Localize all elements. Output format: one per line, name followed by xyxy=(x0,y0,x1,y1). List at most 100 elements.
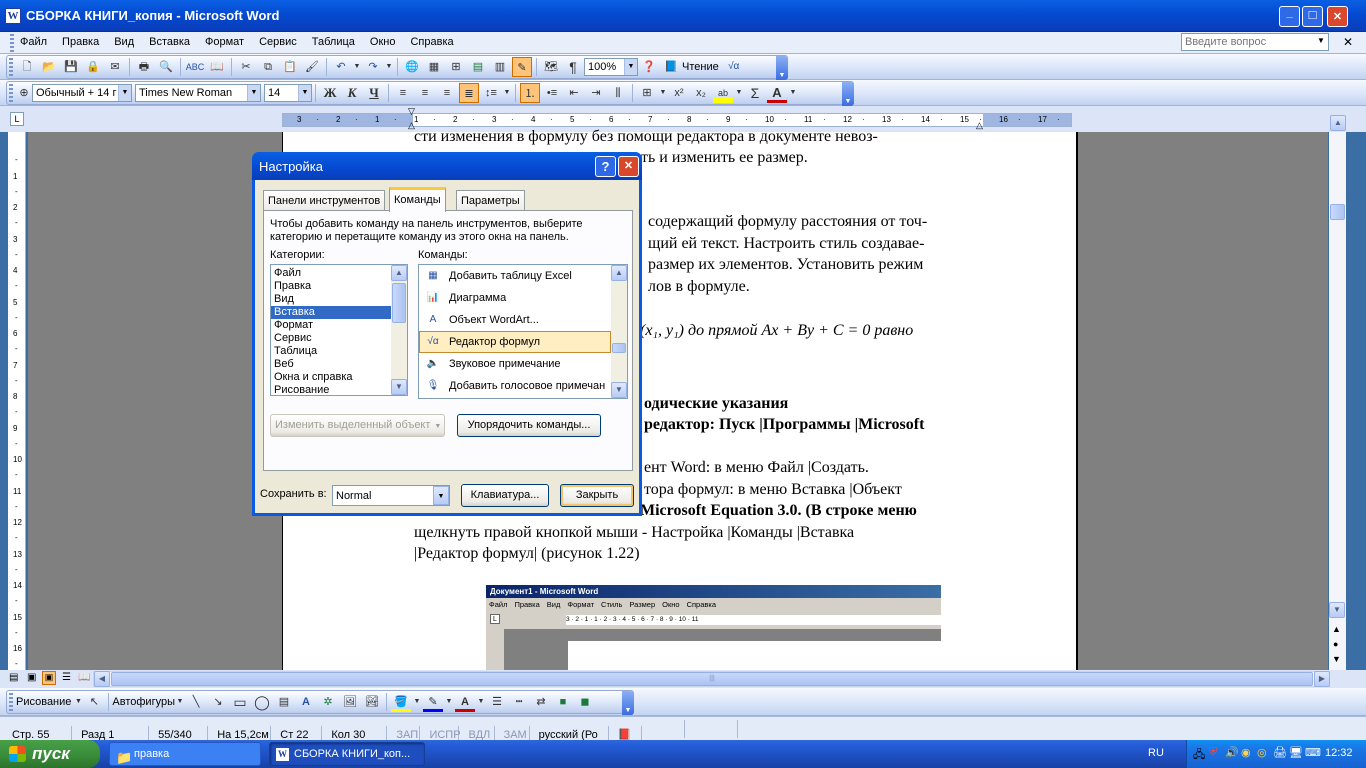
toolbar-options-icon[interactable]: ▼ xyxy=(622,691,634,715)
line-icon[interactable]: ╲ xyxy=(186,692,206,712)
toolbar-options-icon[interactable]: ▼ xyxy=(842,82,854,106)
diagram-icon[interactable]: ✲ xyxy=(318,692,338,712)
insert-table-icon[interactable]: ⊞ xyxy=(446,57,466,77)
normal-view-icon[interactable]: ▤ xyxy=(9,672,18,683)
line-color-dropdown-icon[interactable]: ▼ xyxy=(445,692,453,712)
print-preview-icon[interactable]: 🔍 xyxy=(156,57,176,77)
undo-dropdown-icon[interactable]: ▼ xyxy=(353,57,361,77)
autoshapes-button[interactable]: Автофигуры xyxy=(112,696,175,708)
fill-dropdown-icon[interactable]: ▼ xyxy=(413,692,421,712)
wordart-icon[interactable]: A xyxy=(296,692,316,712)
align-center-icon[interactable]: ≡ xyxy=(415,83,435,103)
document-map-icon[interactable]: 🗺 xyxy=(541,57,561,77)
close-dialog-button[interactable]: Закрыть xyxy=(560,484,634,507)
reading-view-icon[interactable]: 📖 xyxy=(78,672,90,683)
command-item[interactable]: √α Редактор формул xyxy=(419,331,611,353)
fill-color-icon[interactable]: 🪣 xyxy=(391,692,411,712)
text-box-icon[interactable]: ▤ xyxy=(274,692,294,712)
tab-selector-icon[interactable]: L xyxy=(10,112,24,126)
columns-icon[interactable]: ▥ xyxy=(490,57,510,77)
prev-page-icon[interactable]: ▲ xyxy=(1332,624,1341,634)
font-color-draw-dropdown-icon[interactable]: ▼ xyxy=(477,692,485,712)
command-item[interactable]: A Объект WordArt... xyxy=(419,309,611,331)
menu-view[interactable]: Вид xyxy=(114,36,134,48)
line-spacing-icon[interactable]: ↕≡ xyxy=(481,83,501,103)
insert-excel-icon[interactable]: ▤ xyxy=(468,57,488,77)
left-indent-marker-icon[interactable]: △ xyxy=(408,120,415,131)
arrow-style-icon[interactable]: ⇄ xyxy=(531,692,551,712)
autoshapes-dropdown-icon[interactable]: ▼ xyxy=(176,692,184,712)
category-item[interactable]: Сервис xyxy=(271,332,391,345)
zoom-combo[interactable]: 100% ▼ xyxy=(584,58,638,76)
font-color-dropdown-icon[interactable]: ▼ xyxy=(789,83,797,103)
keyboard-button[interactable]: Клавиатура... xyxy=(461,484,549,507)
save-icon[interactable]: 💾 xyxy=(61,57,81,77)
command-item[interactable]: 🔈 Звуковое примечание xyxy=(419,353,611,375)
redo-dropdown-icon[interactable]: ▼ xyxy=(385,57,393,77)
save-in-combo[interactable]: Normal ▼ xyxy=(332,485,450,506)
tab-toolbars[interactable]: Панели инструментов xyxy=(263,190,386,211)
draw-dropdown-icon[interactable]: ▼ xyxy=(74,692,82,712)
next-page-icon[interactable]: ▼ xyxy=(1332,654,1341,664)
cut-icon[interactable]: ✂ xyxy=(236,57,256,77)
decrease-indent-icon[interactable]: ⇤ xyxy=(564,83,584,103)
rectangle-icon[interactable]: ▭ xyxy=(230,692,250,712)
font-color-draw-icon[interactable]: A xyxy=(455,692,475,712)
menu-window[interactable]: Окно xyxy=(370,36,396,48)
help-dropdown-arrow-icon[interactable]: ▼ xyxy=(1317,36,1325,45)
copy-icon[interactable]: ⧉ xyxy=(258,57,278,77)
scroll-up-button[interactable]: ▲ xyxy=(611,265,627,281)
shadow-icon[interactable]: ■ xyxy=(553,692,573,712)
word-app-icon[interactable]: W xyxy=(5,8,21,24)
minimize-button[interactable]: _ xyxy=(1279,6,1300,27)
dialog-help-button[interactable]: ? xyxy=(595,156,616,177)
categories-list[interactable]: Файл Правка Вид Вставка Формат Сервис Таблица В… xyxy=(270,264,408,396)
undo-icon[interactable]: ↶ xyxy=(331,57,351,77)
format-painter-icon[interactable]: 🖌 xyxy=(302,57,322,77)
help-question-input[interactable] xyxy=(1181,33,1329,51)
rearrange-commands-button[interactable]: Упорядочить команды... xyxy=(457,414,601,437)
subscript-icon[interactable]: x₂ xyxy=(691,83,711,103)
input-language-indicator[interactable]: RU xyxy=(1148,747,1164,759)
print-icon[interactable]: 🖶 xyxy=(134,57,154,77)
taskbar-item-folder[interactable]: 📁 правка xyxy=(109,742,261,766)
category-item[interactable]: Правка xyxy=(271,280,391,293)
bullets-icon[interactable]: •≡ xyxy=(542,83,562,103)
maximize-button[interactable]: □ xyxy=(1302,6,1323,27)
category-item[interactable]: Вставка xyxy=(271,306,391,319)
highlight-dropdown-icon[interactable]: ▼ xyxy=(735,83,743,103)
right-indent-marker-icon[interactable]: △ xyxy=(976,120,983,131)
hyperlink-icon[interactable]: 🌐 xyxy=(402,57,422,77)
scroll-down-button[interactable]: ▼ xyxy=(391,379,407,395)
clock[interactable]: 12:32 xyxy=(1325,747,1353,759)
oval-icon[interactable]: ◯ xyxy=(252,692,272,712)
read-mode-icon[interactable]: 📘 xyxy=(661,57,681,77)
spelling-icon[interactable]: ABC xyxy=(185,57,205,77)
read-mode-label[interactable]: Чтение xyxy=(682,61,719,73)
vertical-scrollbar[interactable]: ▼ ▲ ● ▼ xyxy=(1329,132,1346,670)
tray-app-icon[interactable]: 🖨 xyxy=(1273,746,1287,759)
print-layout-view-icon[interactable]: ▣ xyxy=(42,671,56,685)
scroll-thumb[interactable] xyxy=(612,343,626,353)
commands-list[interactable]: ▦ Добавить таблицу Excel 📊 Диаграмма A Объект… xyxy=(418,264,628,399)
category-item[interactable]: Веб xyxy=(271,358,391,371)
tables-borders-icon[interactable]: ▦ xyxy=(424,57,444,77)
redo-icon[interactable]: ↷ xyxy=(363,57,383,77)
drawing-icon[interactable]: ✎ xyxy=(512,57,532,77)
help-icon[interactable]: ❓ xyxy=(639,57,659,77)
font-combo[interactable]: Times New Roman ▼ xyxy=(135,84,261,102)
underline-icon[interactable]: Ч xyxy=(364,83,384,103)
web-view-icon[interactable]: ▣ xyxy=(27,672,36,683)
h-scroll-thumb[interactable]: ||| xyxy=(111,672,1313,686)
volume-icon[interactable]: 🔊 xyxy=(1225,746,1239,759)
tab-options[interactable]: Параметры xyxy=(456,190,525,211)
line-color-icon[interactable]: ✎ xyxy=(423,692,443,712)
sum-icon[interactable]: Σ xyxy=(745,83,765,103)
dialog-close-button[interactable]: ✕ xyxy=(618,156,639,177)
menu-insert[interactable]: Вставка xyxy=(149,36,190,48)
category-item[interactable]: Формат xyxy=(271,319,391,332)
horizontal-scrollbar[interactable]: ◀ ||| ▶ xyxy=(93,671,1330,687)
3d-icon[interactable]: ◼ xyxy=(575,692,595,712)
category-item[interactable]: Файл xyxy=(271,267,391,280)
align-left-icon[interactable]: ≡ xyxy=(393,83,413,103)
